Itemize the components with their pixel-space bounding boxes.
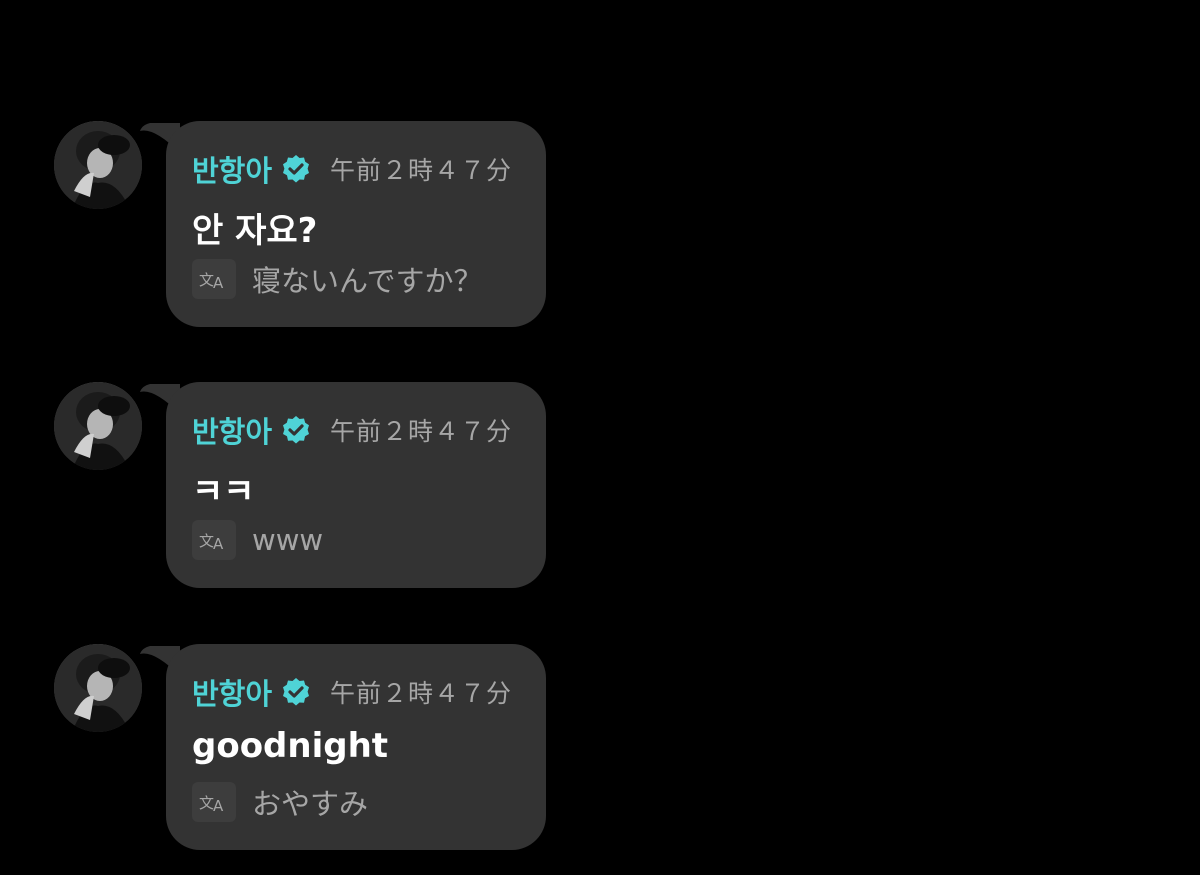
verified-badge-icon [283,155,310,183]
message-text: ㅋㅋ [192,472,255,512]
translate-icon[interactable]: 文 A [192,782,236,822]
translation-row: 文 A www [192,520,323,560]
message-text: goodnight [192,726,389,766]
message-bubble[interactable]: 반항아 午前２時４７分 goodnight 文 A おやすみ [166,644,546,850]
svg-text:A: A [213,535,224,551]
avatar-photo [54,382,142,470]
translation-text: おやすみ [252,787,369,821]
avatar[interactable] [54,644,142,732]
translation-text: 寝ないんですか？ [252,264,483,298]
message-header: 반항아 午前２時４７分 [192,148,513,190]
avatar[interactable] [54,382,142,470]
translation-row: 文 A 寝ないんですか？ [192,259,483,299]
message-header: 반항아 午前２時４７分 [192,409,513,451]
avatar[interactable] [54,121,142,209]
message-bubble[interactable]: 반항아 午前２時４７分 안 자요? 文 A 寝ないんですか？ [166,121,546,327]
author-name[interactable]: 반항아 [192,148,272,190]
author-name[interactable]: 반항아 [192,671,272,713]
message-header: 반항아 午前２時４７分 [192,671,513,713]
svg-text:A: A [213,274,224,290]
message-item: 반항아 午前２時４７分 안 자요? 文 A 寝ないんですか？ [0,121,600,327]
avatar-photo [54,121,142,209]
translate-icon[interactable]: 文 A [192,520,236,560]
translation-row: 文 A おやすみ [192,782,368,822]
translate-icon[interactable]: 文 A [192,259,236,299]
author-name[interactable]: 반항아 [192,409,272,451]
svg-text:A: A [213,797,224,813]
svg-text:文: 文 [199,532,214,550]
timestamp: 午前２時４７分 [330,417,513,446]
timestamp: 午前２時４７分 [330,679,513,708]
message-text: 안 자요? [192,211,318,251]
timestamp: 午前２時４７分 [330,156,513,185]
message-bubble[interactable]: 반항아 午前２時４７分 ㅋㅋ 文 A www [166,382,546,588]
translation-text: www [252,523,324,557]
svg-text:文: 文 [199,794,214,812]
chat-thread: 반항아 午前２時４７分 안 자요? 文 A 寝ないんですか？ 반항아 午前２時４… [0,0,1200,875]
message-item: 반항아 午前２時４７分 goodnight 文 A おやすみ [0,644,600,850]
message-item: 반항아 午前２時４７分 ㅋㅋ 文 A www [0,382,600,588]
avatar-photo [54,644,142,732]
verified-badge-icon [283,678,310,706]
verified-badge-icon [283,416,310,444]
svg-text:文: 文 [199,271,214,289]
